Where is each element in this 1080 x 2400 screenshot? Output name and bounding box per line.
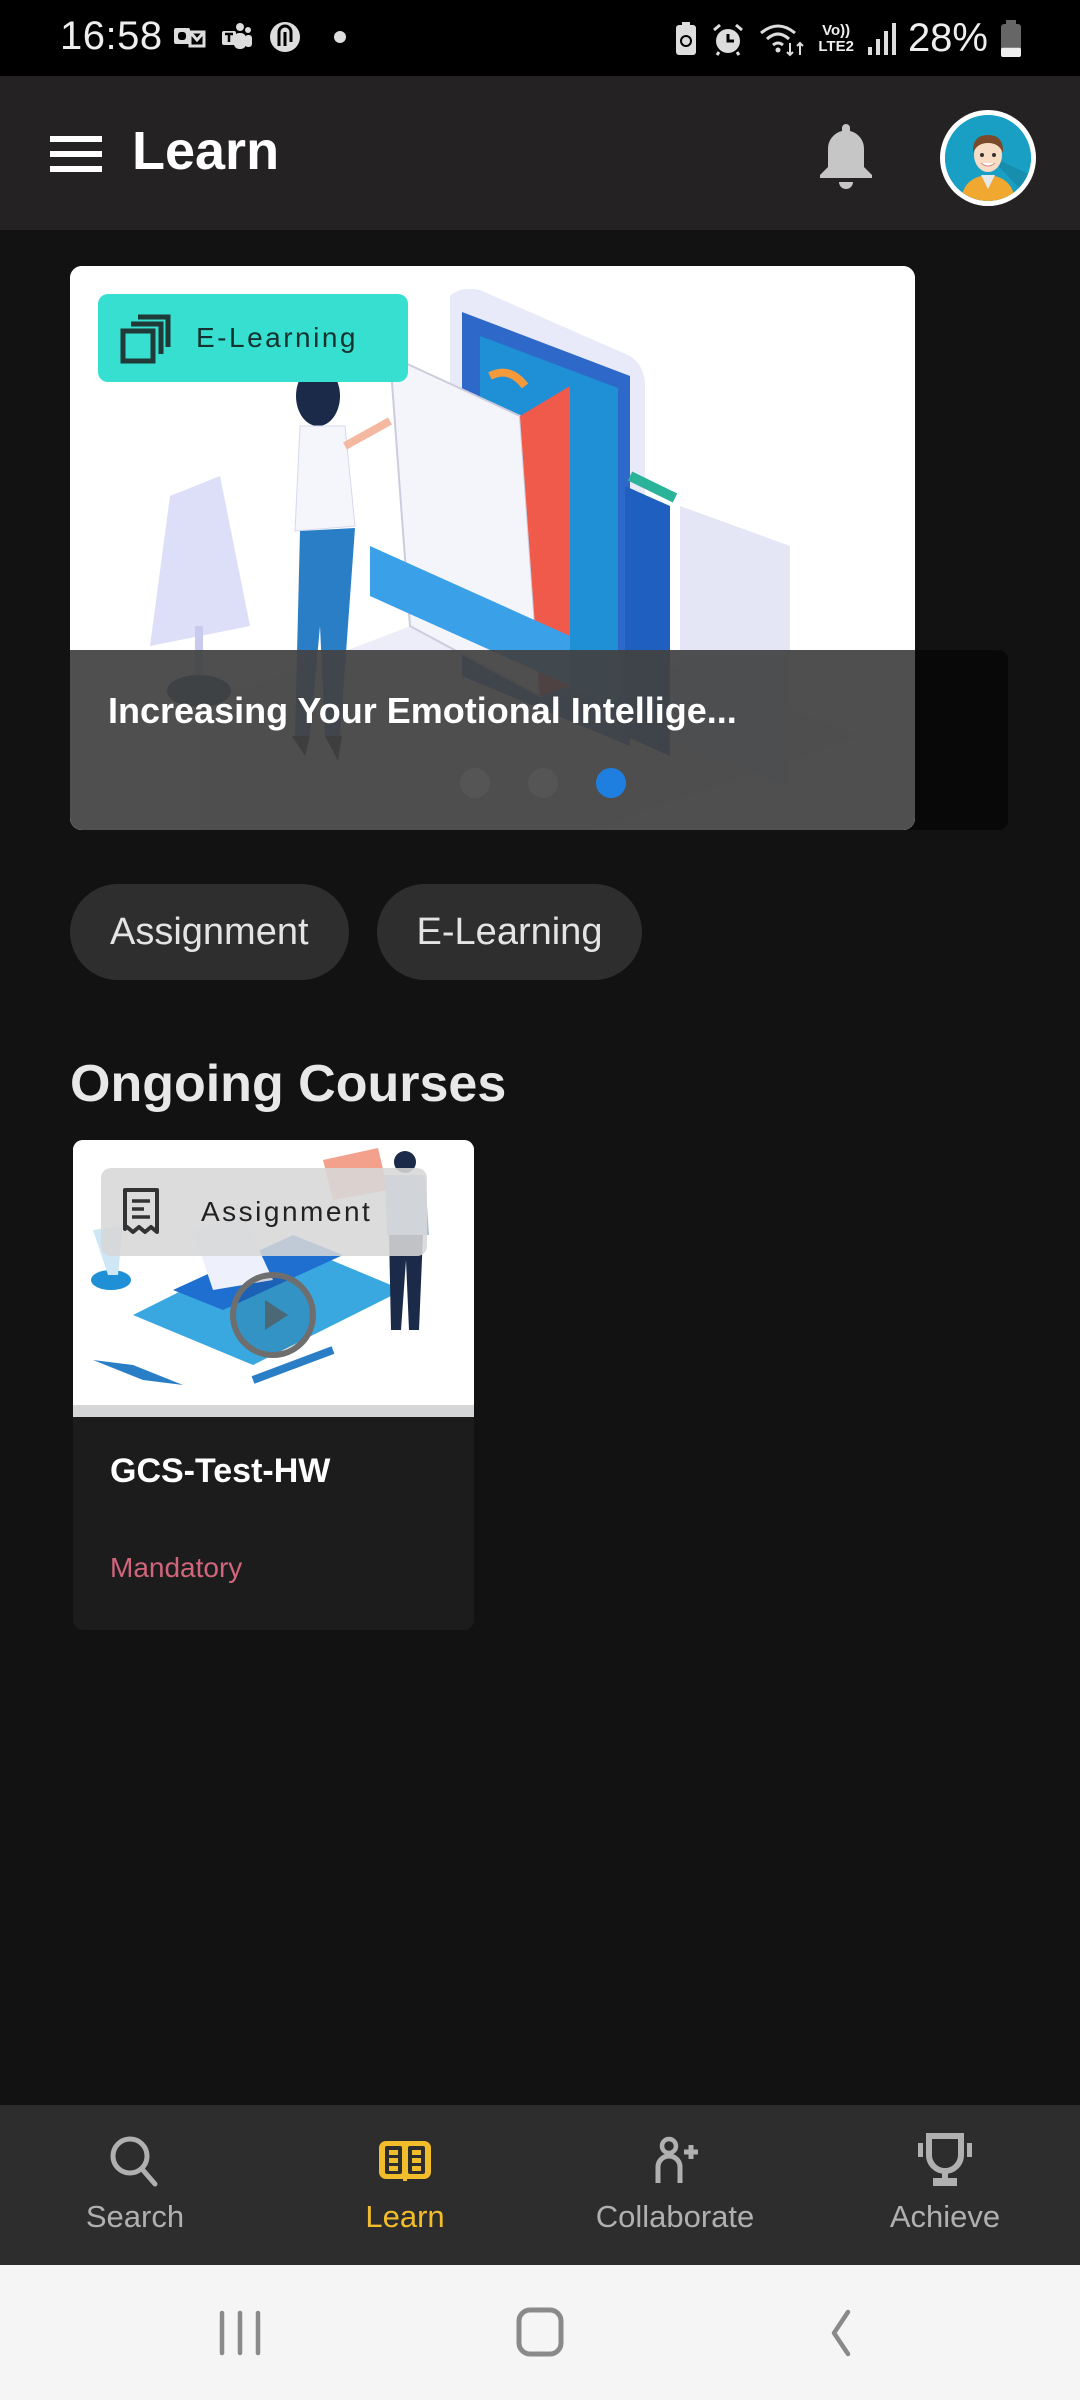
course-progress-bar: [73, 1405, 474, 1417]
battery-icon: [1001, 19, 1021, 57]
nav-label: Learn: [365, 2199, 445, 2234]
carousel-pagination: [460, 768, 626, 798]
trophy-icon: [918, 2133, 972, 2186]
wifi-icon: [760, 24, 805, 56]
nav-tab-achieve[interactable]: Achieve: [810, 2105, 1080, 2265]
home-icon[interactable]: [510, 2307, 570, 2359]
app-icon: [270, 22, 300, 52]
teams-icon: [222, 23, 252, 49]
nav-label: Search: [85, 2199, 185, 2234]
bottom-navigation: Search Learn Collaborate Achieve: [0, 2105, 1080, 2265]
nav-tab-learn[interactable]: Learn: [270, 2105, 540, 2265]
filter-chip-assignment[interactable]: Assignment: [70, 884, 349, 980]
app-bar: Learn: [0, 76, 1080, 230]
recent-apps-icon[interactable]: [210, 2307, 270, 2359]
user-avatar-image: [945, 115, 1031, 201]
bell-icon[interactable]: [812, 120, 880, 192]
outlook-icon: [174, 28, 206, 48]
course-type-label: Assignment: [201, 1196, 373, 1227]
featured-course-card[interactable]: E-Learning Increasing Your Emotional Int…: [70, 266, 915, 830]
system-navigation-bar: [0, 2265, 1080, 2400]
volte-indicator: Vo)) LTE2: [818, 21, 854, 55]
filter-chips: Assignment E-Learning: [70, 884, 643, 980]
nav-tab-search[interactable]: Search: [0, 2105, 270, 2265]
hamburger-menu-icon[interactable]: [50, 136, 102, 172]
battery-saver-icon: [676, 21, 697, 55]
course-type-label: E-Learning: [196, 322, 358, 353]
book-icon: [379, 2141, 431, 2181]
nav-label: Collaborate: [595, 2199, 755, 2234]
carousel-next-card-peek[interactable]: [900, 650, 1008, 830]
status-bar: 16:58 Vo)) LTE2 28%: [0, 0, 1080, 76]
add-person-icon: [655, 2136, 698, 2183]
status-time: 16:58: [60, 14, 163, 58]
page-title: Learn: [132, 121, 280, 181]
featured-course-title: Increasing Your Emotional Intellige...: [108, 690, 737, 731]
carousel-dot[interactable]: [596, 768, 626, 798]
course-title: GCS-Test-HW: [110, 1452, 331, 1490]
course-type-badge: E-Learning: [98, 294, 408, 382]
nav-tab-collaborate[interactable]: Collaborate: [540, 2105, 810, 2265]
filter-chip-elearning[interactable]: E-Learning: [376, 884, 643, 980]
play-icon[interactable]: [228, 1270, 318, 1360]
back-icon[interactable]: [812, 2307, 872, 2359]
receipt-icon: [123, 1188, 159, 1234]
signal-icon: [867, 22, 896, 55]
stacked-pages-icon: [120, 314, 171, 364]
featured-course-caption: Increasing Your Emotional Intellige...: [70, 650, 915, 830]
notification-icons: [172, 20, 346, 54]
system-status-icons: Vo)) LTE2 28%: [674, 16, 1022, 61]
search-icon: [110, 2136, 158, 2187]
nav-label: Achieve: [889, 2199, 1001, 2234]
course-requirement-tag: Mandatory: [110, 1552, 243, 1583]
more-notifications-dot: [334, 31, 346, 43]
carousel-dot[interactable]: [528, 768, 558, 798]
carousel-dot[interactable]: [460, 768, 490, 798]
battery-percent: 28%: [907, 16, 988, 60]
alarm-icon: [713, 23, 744, 56]
avatar[interactable]: [940, 110, 1036, 206]
course-card[interactable]: Assignment GCS-Test-HW Mandatory: [73, 1140, 474, 1630]
ongoing-courses-heading: Ongoing Courses: [70, 1055, 507, 1113]
course-type-badge: Assignment: [101, 1168, 427, 1256]
